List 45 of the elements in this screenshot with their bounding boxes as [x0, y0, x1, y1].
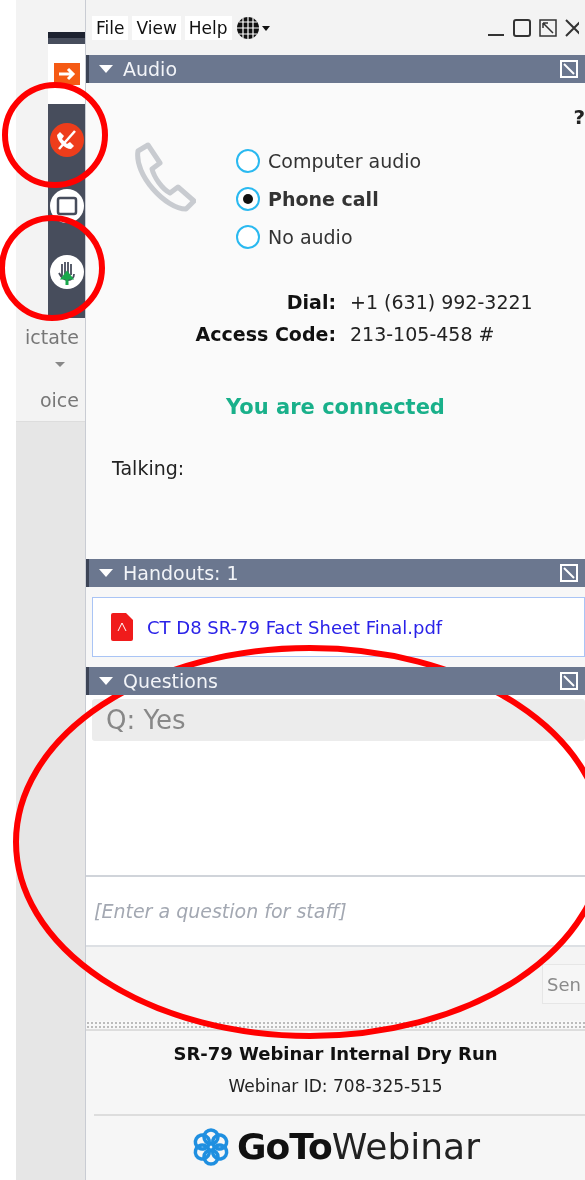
triangle-icon[interactable] [99, 65, 113, 73]
triangle-icon[interactable] [99, 569, 113, 577]
toolbar-label: ictate [25, 325, 79, 350]
radio-option[interactable]: Computer audio [236, 149, 422, 173]
talking-label: Talking: [112, 457, 186, 479]
menu-item[interactable]: Help [184, 15, 232, 40]
panel-header[interactable]: Questions [86, 667, 585, 695]
group-label: oice [39, 388, 79, 413]
radio-option[interactable]: No audio [236, 225, 422, 249]
restore-icon[interactable] [539, 18, 557, 37]
dial-number: +1 (631) 992-3221 [350, 291, 534, 313]
expand-icon[interactable] [559, 563, 579, 583]
pdf-icon [111, 613, 133, 641]
logo-text: Webinar [331, 1126, 480, 1167]
panel-title: Questions [123, 670, 218, 692]
panel-header[interactable]: Handouts: 1 [86, 559, 585, 587]
logo-text: GoTo [237, 1126, 332, 1167]
expand-icon[interactable] [559, 59, 579, 79]
panel-header[interactable]: Audio [86, 55, 585, 83]
access-code-label: Access Code: [194, 323, 336, 345]
flower-logo-icon [191, 1126, 231, 1167]
panel-title: Audio [123, 58, 177, 80]
maximize-icon[interactable] [513, 18, 531, 37]
webinar-title: SR-79 Webinar Internal Dry Run [173, 1043, 498, 1064]
menu-item[interactable]: File [92, 15, 129, 40]
webinar-id: Webinar ID: 708-325-515 [228, 1076, 443, 1096]
handout-item[interactable]: CT D8 SR-79 Fact Sheet Final.pdf [92, 597, 585, 657]
help-icon[interactable]: ? [573, 105, 585, 129]
connection-status: You are connected [226, 395, 445, 419]
menu-item[interactable]: View [132, 15, 181, 40]
panel-title: Handouts: 1 [123, 562, 239, 584]
dial-label: Dial: [285, 291, 336, 313]
raise-hand-icon[interactable] [48, 254, 85, 290]
close-icon[interactable] [565, 18, 579, 37]
window-icon[interactable] [48, 188, 85, 224]
globe-icon[interactable] [235, 15, 270, 40]
triangle-icon[interactable] [99, 677, 113, 685]
caret-icon[interactable] [55, 362, 65, 367]
radio-option[interactable]: Phone call [236, 187, 422, 211]
access-code: 213-105-458 # [350, 323, 496, 345]
resize-grip[interactable] [86, 1021, 585, 1031]
handout-link[interactable]: CT D8 SR-79 Fact Sheet Final.pdf [147, 616, 443, 638]
expand-icon[interactable] [559, 671, 579, 691]
question-input[interactable]: [Enter a question for staff] [86, 877, 585, 947]
phone-off-icon[interactable] [48, 122, 85, 158]
